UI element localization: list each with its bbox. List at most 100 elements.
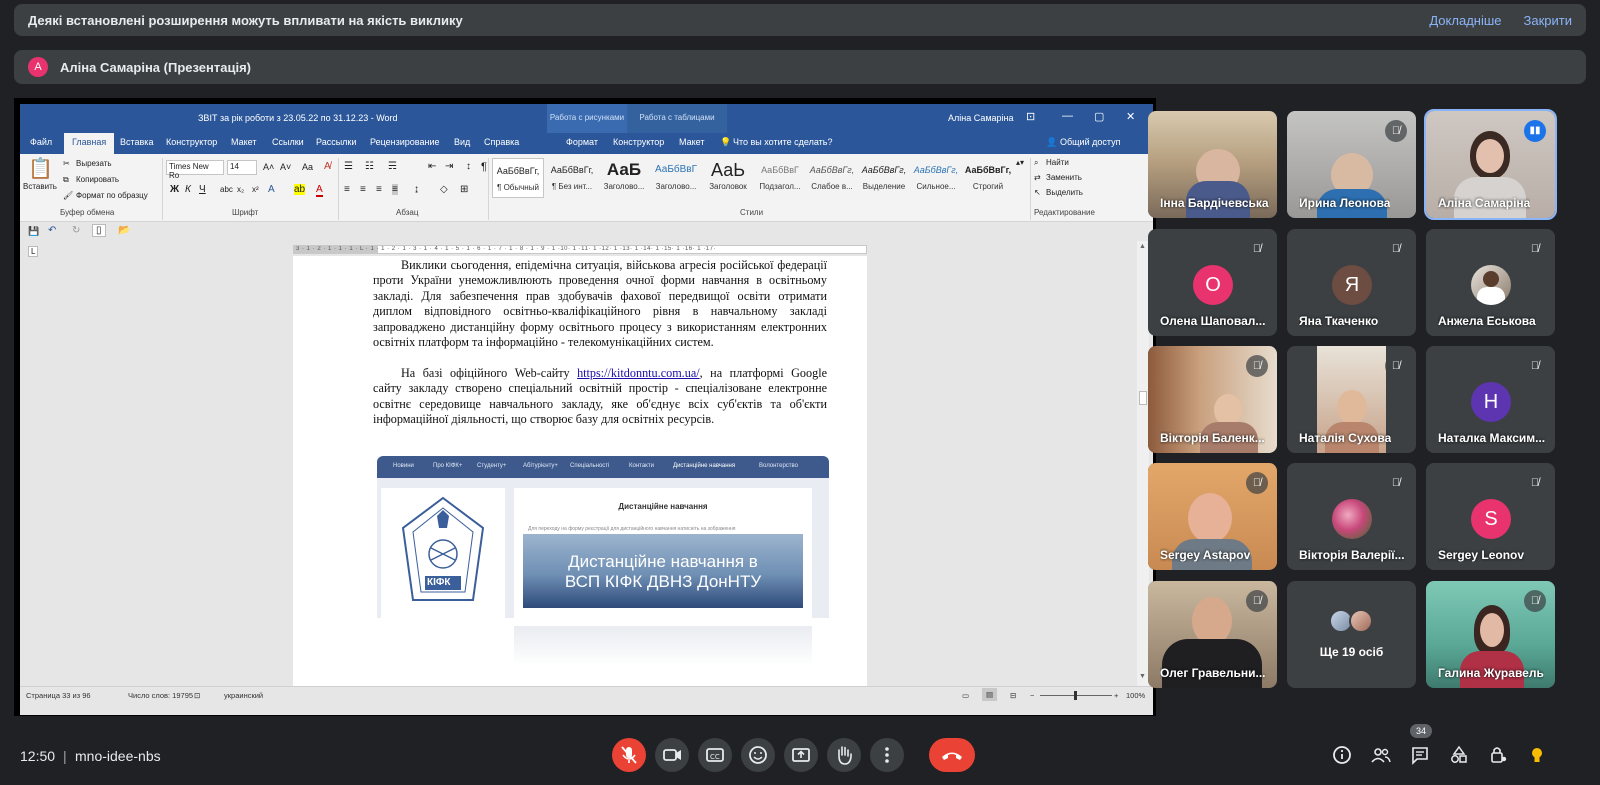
style-normal[interactable]: АаБбВвГг, ¶ Обычный xyxy=(492,158,544,198)
bullets-icon[interactable]: ☰ xyxy=(344,161,353,172)
redo-icon[interactable]: ↻ xyxy=(72,225,80,236)
participant-tile[interactable]: 🎙̸ Вікторія Валерії... xyxy=(1287,463,1416,570)
replace-button[interactable]: Заменить xyxy=(1046,173,1082,182)
participant-tile[interactable]: S 🎙̸ Sergey Leonov xyxy=(1426,463,1555,570)
participant-tile[interactable]: Я 🎙̸ Яна Ткаченко xyxy=(1287,229,1416,336)
zoom-out-icon[interactable]: − xyxy=(1030,691,1034,700)
tab-table-design[interactable]: Конструктор xyxy=(613,137,664,147)
participant-tile[interactable]: 🎙̸ Ирина Леонова xyxy=(1287,111,1416,218)
tab-insert[interactable]: Вставка xyxy=(120,137,153,147)
style-strong[interactable]: АаБбВвГг, Строгий xyxy=(962,158,1014,198)
copy-button[interactable]: Копировать xyxy=(76,175,119,184)
tab-format[interactable]: Формат xyxy=(566,137,598,147)
highlight-icon[interactable]: ab xyxy=(294,184,306,195)
tab-mailings[interactable]: Рассылки xyxy=(316,137,356,147)
participant-tile[interactable]: 🎙̸ Вікторія Баленк... xyxy=(1148,346,1277,453)
print-layout-icon[interactable]: ▯ xyxy=(92,224,106,237)
undo-icon[interactable]: ↶ xyxy=(48,225,56,236)
participant-tile[interactable]: 🎙̸ Наталія Сухова xyxy=(1287,346,1416,453)
shading-icon[interactable]: ◇ xyxy=(440,184,448,195)
align-right-icon[interactable]: ≡ xyxy=(376,184,382,195)
align-center-icon[interactable]: ≡ xyxy=(360,184,366,195)
meeting-details-button[interactable] xyxy=(1331,744,1353,766)
tab-table-layout[interactable]: Макет xyxy=(679,137,704,147)
tab-file[interactable]: Файл xyxy=(30,137,52,147)
select-button[interactable]: Выделить xyxy=(1046,188,1083,197)
style-subtle-emphasis[interactable]: АаБбВвГг, Слабое в... xyxy=(806,158,858,198)
style-heading-2[interactable]: АаБбВвГ Заголово... xyxy=(650,158,702,198)
tell-me-search[interactable]: Что вы хотите сделать? xyxy=(733,137,833,147)
word-count[interactable]: Число слов: 19795 xyxy=(128,691,193,700)
more-participants-tile[interactable]: Ще 19 осіб xyxy=(1287,581,1416,688)
participant-tile[interactable]: 🎙̸ Анжела Еськова xyxy=(1426,229,1555,336)
zoom-in-icon[interactable]: + xyxy=(1114,691,1118,700)
style-subtitle[interactable]: АаБбВвГ Подзагол... xyxy=(754,158,806,198)
borders-icon[interactable]: ⊞ xyxy=(460,184,468,195)
picture-tools-tab[interactable]: Работа с рисунками xyxy=(547,104,627,133)
multilevel-list-icon[interactable]: ☴ xyxy=(388,161,397,172)
leave-call-button[interactable] xyxy=(929,738,975,772)
text-effects-icon[interactable]: A xyxy=(268,184,275,195)
font-color-icon[interactable]: A xyxy=(316,184,323,197)
styles-scroll-icon[interactable]: ▴▾ xyxy=(1016,158,1024,167)
cut-button[interactable]: Вырезать xyxy=(76,159,112,168)
tab-design[interactable]: Конструктор xyxy=(166,137,217,147)
tab-references[interactable]: Ссылки xyxy=(272,137,304,147)
subscript-icon[interactable]: x₂ xyxy=(237,185,244,194)
underline-icon[interactable]: Ч xyxy=(199,184,206,195)
participant-tile[interactable]: Інна Бардічевська xyxy=(1148,111,1277,218)
participant-tile[interactable]: 🎙̸ Sergey Astapov xyxy=(1148,463,1277,570)
italic-icon[interactable]: К xyxy=(185,184,191,195)
font-size-box[interactable]: 14 xyxy=(227,160,257,175)
tab-view[interactable]: Вид xyxy=(454,137,470,147)
close-icon[interactable]: ✕ xyxy=(1126,110,1135,123)
open-folder-icon[interactable]: 📂 xyxy=(118,225,130,236)
justify-icon[interactable]: ≡ xyxy=(392,184,398,195)
page-count[interactable]: Страница 33 из 96 xyxy=(26,691,91,700)
table-tools-tab[interactable]: Работа с таблицами xyxy=(627,104,727,133)
participant-tile[interactable]: Н 🎙̸ Наталка Максим... xyxy=(1426,346,1555,453)
more-options-button[interactable] xyxy=(870,738,904,772)
document-page[interactable]: Виклики сьогодення, епідемічна ситуація,… xyxy=(293,256,867,686)
scroll-up-icon[interactable]: ▲ xyxy=(1139,243,1146,250)
font-name-box[interactable]: Times New Ro xyxy=(166,160,224,180)
chat-button[interactable] xyxy=(1409,744,1431,766)
save-icon[interactable]: 💾 xyxy=(28,226,39,237)
maximize-icon[interactable]: ▢ xyxy=(1094,110,1104,123)
strikethrough-icon[interactable]: abc xyxy=(220,185,233,194)
camera-toggle-button[interactable] xyxy=(655,738,689,772)
shrink-font-icon[interactable]: A˅ xyxy=(280,162,291,172)
close-banner-link[interactable]: Закрити xyxy=(1524,13,1572,28)
sort-icon[interactable]: ↕ xyxy=(466,161,471,172)
increase-indent-icon[interactable]: ⇥ xyxy=(445,161,453,172)
align-left-icon[interactable]: ≡ xyxy=(344,184,350,195)
change-case-icon[interactable]: Aa xyxy=(302,162,313,172)
paste-icon[interactable]: 📋 xyxy=(28,156,53,181)
tab-home[interactable]: Главная xyxy=(64,133,115,154)
style-emphasis[interactable]: АаБбВвГг, Выделение xyxy=(858,158,910,198)
zoom-level[interactable]: 100% xyxy=(1126,691,1145,700)
host-controls-button[interactable] xyxy=(1487,744,1509,766)
scroll-down-icon[interactable]: ▼ xyxy=(1139,673,1146,680)
present-screen-button[interactable] xyxy=(784,738,818,772)
clear-format-icon[interactable]: A̸ xyxy=(324,161,331,172)
style-no-spacing[interactable]: АаБбВвГг, ¶ Без инт... xyxy=(546,158,598,198)
participant-tile[interactable]: ▮▮ Аліна Самаріна xyxy=(1424,109,1557,220)
bold-icon[interactable]: Ж xyxy=(170,184,179,195)
tab-help[interactable]: Справка xyxy=(484,137,519,147)
line-spacing-icon[interactable]: ↨ xyxy=(414,184,419,195)
paste-button[interactable]: Вставить xyxy=(23,182,57,191)
tab-layout[interactable]: Макет xyxy=(231,137,256,147)
details-link[interactable]: Докладніше xyxy=(1429,13,1501,28)
microphone-toggle-button[interactable] xyxy=(612,738,646,772)
scroll-thumb[interactable] xyxy=(1139,391,1147,405)
superscript-icon[interactable]: x² xyxy=(252,185,259,194)
people-button[interactable] xyxy=(1370,744,1392,766)
captions-button[interactable]: CC xyxy=(698,738,732,772)
extension-button[interactable] xyxy=(1526,744,1548,766)
web-layout-icon[interactable]: ⊟ xyxy=(1010,691,1016,700)
tab-selector-icon[interactable]: L xyxy=(28,246,39,257)
horizontal-ruler[interactable]: 3 · 1 · 2 · 1 · 1 · 1 · L · 1 · 1 · 2 · … xyxy=(293,245,867,254)
style-heading-1[interactable]: АаБ Заголово... xyxy=(598,158,650,198)
show-formatting-icon[interactable]: ¶ xyxy=(481,161,487,173)
